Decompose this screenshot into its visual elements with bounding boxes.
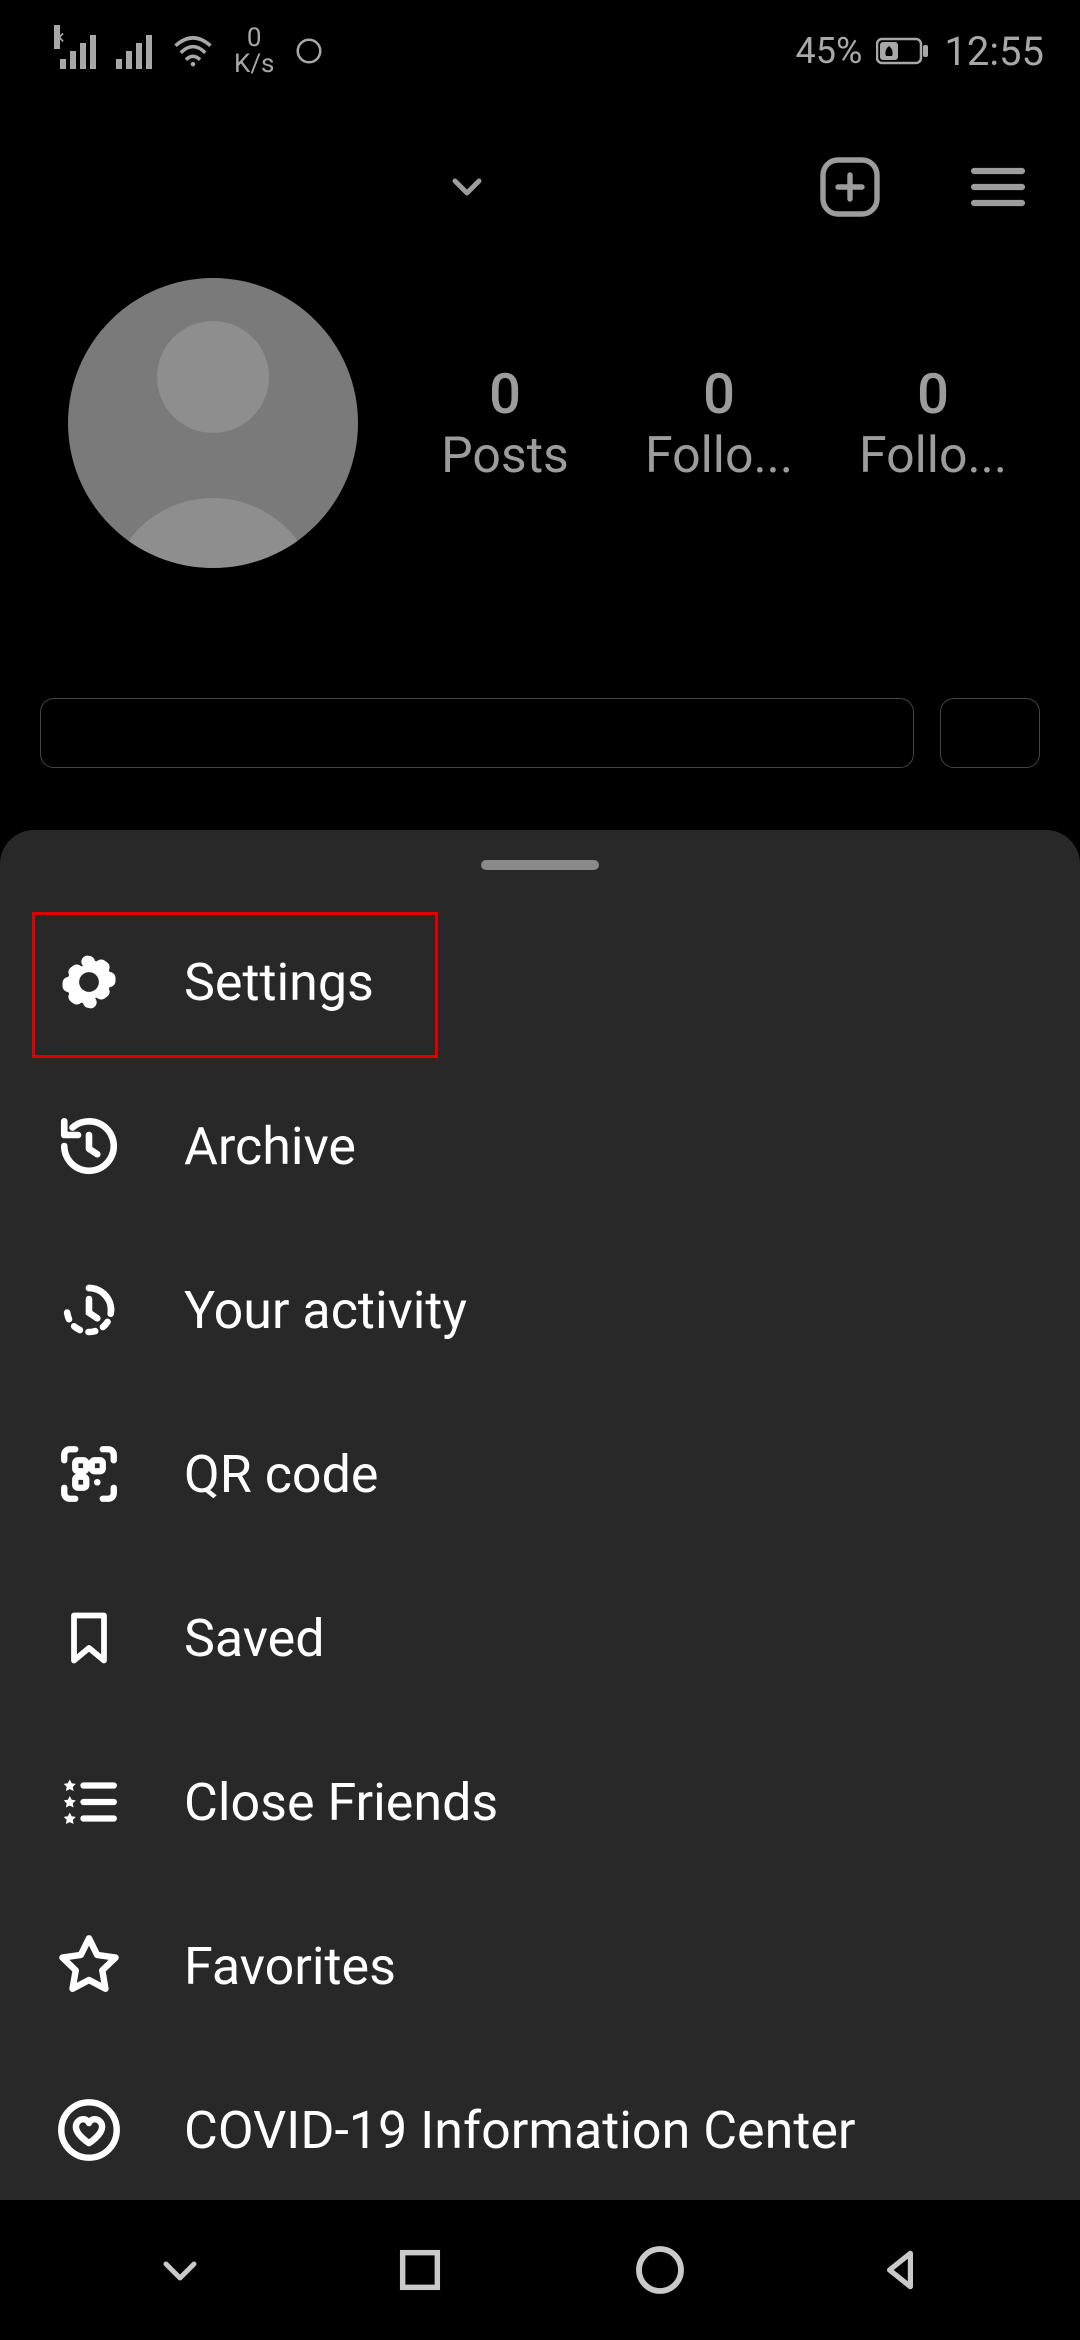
menu-label: Settings (184, 952, 374, 1013)
menu-label: QR code (184, 1444, 379, 1505)
menu-item-activity[interactable]: Your activity (0, 1228, 1080, 1392)
close-friends-icon (54, 1767, 124, 1837)
menu-label: COVID-19 Information Center (184, 2100, 856, 2161)
menu-item-settings[interactable]: Settings (0, 900, 1080, 1064)
gear-icon (54, 947, 124, 1017)
menu-label: Saved (184, 1608, 325, 1669)
status-bar: × 0 K/s 45% (0, 0, 1080, 98)
archive-icon (54, 1111, 124, 1181)
star-icon (54, 1931, 124, 2001)
profile-topbar (0, 98, 1080, 258)
discover-people-button[interactable] (940, 698, 1040, 768)
menu-item-closefriends[interactable]: Close Friends (0, 1720, 1080, 1884)
hamburger-menu-icon[interactable] (966, 155, 1030, 219)
circle-icon (294, 36, 324, 66)
battery-percent: 45% (796, 30, 863, 72)
signal-nosim-icon: × (60, 33, 96, 69)
profile-header: 0 Posts 0 Follo... 0 Follo... (0, 258, 1080, 578)
bookmark-icon (54, 1603, 124, 1673)
stat-following[interactable]: 0 Follo... (833, 361, 1033, 485)
menu-item-saved[interactable]: Saved (0, 1556, 1080, 1720)
wifi-icon (172, 33, 214, 69)
edit-profile-button[interactable] (40, 698, 914, 768)
menu-label: Favorites (184, 1936, 396, 1997)
menu-item-qrcode[interactable]: QR code (0, 1392, 1080, 1556)
data-rate: 0 K/s (234, 25, 274, 77)
nav-back-icon[interactable] (870, 2240, 930, 2300)
signal-icon (116, 33, 152, 69)
nav-home-icon[interactable] (630, 2240, 690, 2300)
activity-icon (54, 1275, 124, 1345)
menu-item-favorites[interactable]: Favorites (0, 1884, 1080, 2048)
nav-hide-keyboard-icon[interactable] (150, 2240, 210, 2300)
clock: 12:55 (944, 28, 1044, 75)
status-left: × 0 K/s (60, 25, 324, 77)
chevron-down-icon[interactable] (443, 163, 491, 211)
bottom-sheet: Settings Archive Your activity (0, 830, 1080, 2200)
battery-icon (876, 36, 930, 66)
status-right: 45% 12:55 (796, 28, 1044, 75)
nav-recents-icon[interactable] (390, 2240, 450, 2300)
new-post-icon[interactable] (814, 151, 886, 223)
menu-label: Your activity (184, 1280, 467, 1341)
profile-stats: 0 Posts 0 Follo... 0 Follo... (398, 361, 1040, 485)
qrcode-icon (54, 1439, 124, 1509)
avatar[interactable] (68, 278, 358, 568)
menu-item-archive[interactable]: Archive (0, 1064, 1080, 1228)
android-navbar (0, 2200, 1080, 2340)
drag-handle[interactable] (481, 860, 599, 870)
menu-label: Close Friends (184, 1772, 498, 1833)
edit-profile-row (0, 698, 1080, 768)
stat-followers[interactable]: 0 Follo... (619, 361, 819, 485)
menu-label: Archive (184, 1116, 356, 1177)
menu-item-covid[interactable]: COVID-19 Information Center (0, 2048, 1080, 2212)
heart-circle-icon (54, 2095, 124, 2165)
stat-posts[interactable]: 0 Posts (405, 361, 605, 485)
